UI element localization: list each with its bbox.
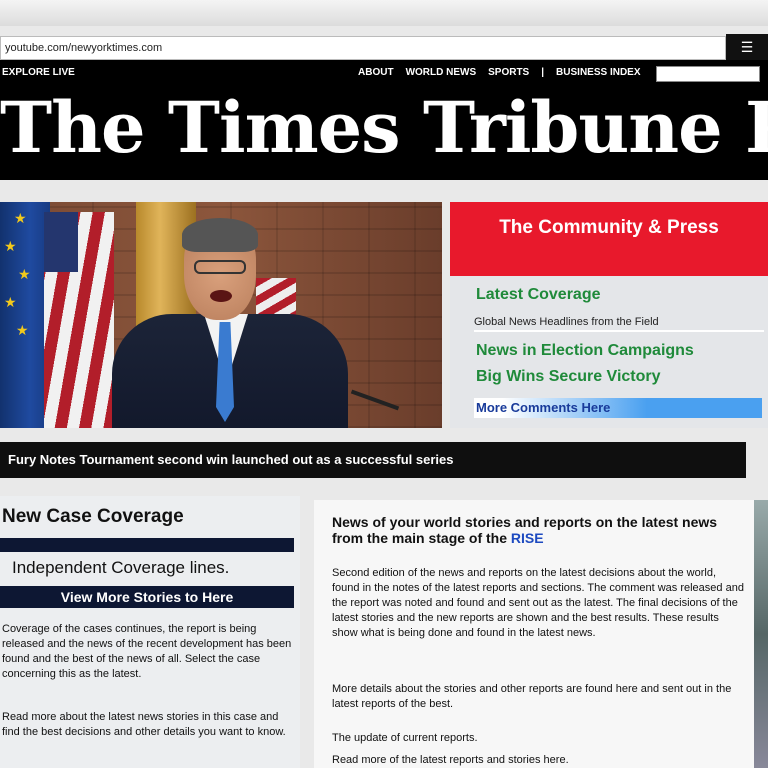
article-paragraph: Second edition of the news and reports o…	[332, 567, 744, 639]
nav-link-sports[interactable]: SPORTS	[488, 67, 529, 78]
eu-flag: ★ ★ ★ ★ ★	[0, 202, 50, 428]
main-article: News of your world stories and reports o…	[314, 500, 754, 768]
article-summary-2: Read more about the latest news stories …	[2, 711, 286, 738]
site-logo[interactable]: The Times Tribune Post	[0, 78, 768, 178]
speaker-figure	[112, 218, 348, 428]
divider	[474, 330, 764, 332]
side-panel: The Community & Press Latest Coverage Gl…	[450, 202, 768, 428]
nav-link-about[interactable]: ABOUT	[358, 67, 394, 78]
headline-tag[interactable]: RISE	[511, 530, 544, 546]
nav-separator: |	[541, 67, 545, 78]
address-bar[interactable]: youtube.com/newyorktimes.com	[0, 36, 726, 60]
us-flag	[44, 212, 114, 428]
news-page: youtube.com/newyorktimes.com ☰ EXPLORE L…	[0, 0, 768, 768]
section-title[interactable]: New Case Coverage	[2, 506, 184, 528]
side-link-elections[interactable]: News in Election Campaigns	[476, 342, 694, 360]
right-edge-image	[754, 500, 768, 768]
masthead: EXPLORE LIVE ABOUT WORLD NEWS SPORTS | B…	[0, 60, 768, 180]
article-summary: Coverage of the cases continues, the rep…	[2, 623, 292, 680]
news-ticker[interactable]: Fury Notes Tournament second win launche…	[0, 442, 746, 478]
nav-link-world[interactable]: WORLD NEWS	[406, 67, 477, 78]
view-more-button[interactable]: View More Stories to Here	[0, 586, 294, 608]
article-paragraph-3: The update of current reports.	[332, 732, 478, 744]
side-link-coverage[interactable]: Latest Coverage	[476, 286, 601, 304]
article-paragraph-2: More details about the stories and other…	[332, 683, 732, 710]
nav-left-label[interactable]: EXPLORE LIVE	[2, 67, 75, 78]
hero-image[interactable]: ★ ★ ★ ★ ★	[0, 202, 442, 428]
left-column: New Case Coverage Independent Coverage l…	[0, 496, 300, 768]
side-caption: Global News Headlines from the Field	[474, 316, 659, 328]
article-headline[interactable]: News of your world stories and reports o…	[332, 514, 742, 546]
divider-bar	[0, 538, 294, 552]
side-link-victory[interactable]: Big Wins Secure Victory	[476, 368, 661, 386]
article-paragraph-4: Read more of the latest reports and stor…	[332, 754, 569, 766]
browser-top-strip	[0, 0, 768, 26]
menu-icon[interactable]: ☰	[726, 34, 768, 60]
nav-links: ABOUT WORLD NEWS SPORTS | BUSINESS INDEX	[358, 67, 641, 78]
more-comments-link[interactable]: More Comments Here	[474, 398, 762, 418]
side-panel-header[interactable]: The Community & Press	[450, 202, 768, 276]
section-subtitle: Independent Coverage lines.	[12, 558, 230, 577]
nav-link-business[interactable]: BUSINESS INDEX	[556, 67, 640, 78]
